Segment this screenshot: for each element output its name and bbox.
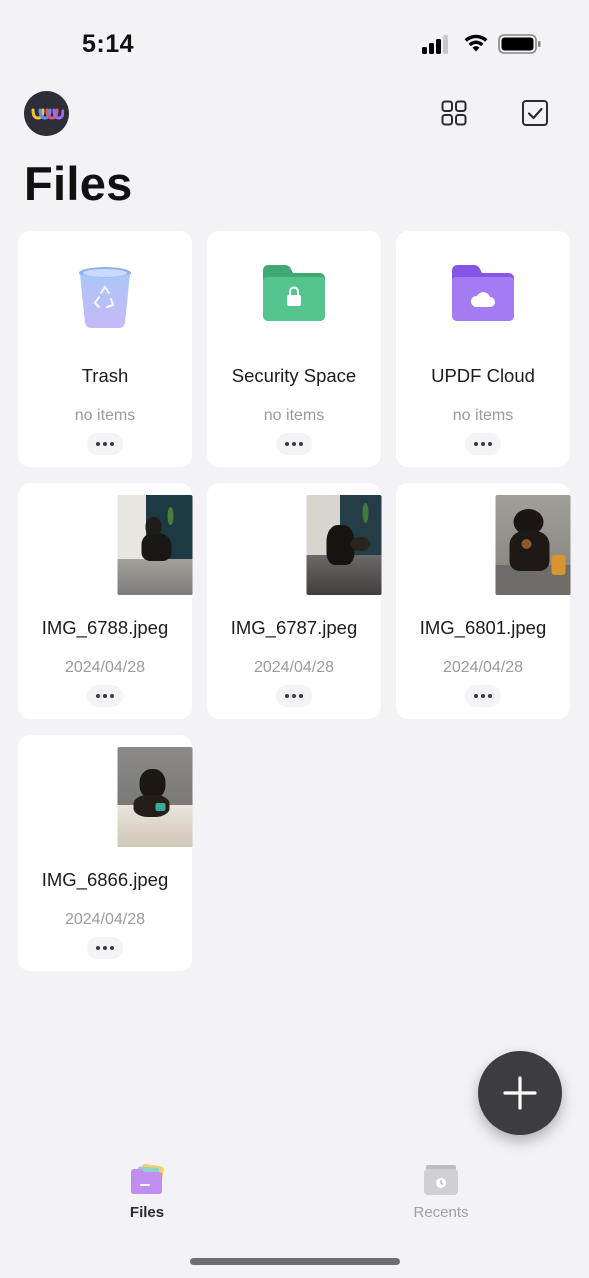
tab-files[interactable]: Files [97,1164,197,1221]
files-tab-icon [131,1164,164,1194]
wifi-icon [464,34,488,52]
folder-name: Security Space [231,365,357,386]
file-card[interactable]: IMG_6866.jpeg 2024/04/28 [18,735,192,971]
security-space-folder-card[interactable]: Security Space no items [207,231,381,467]
status-time: 5:14 [82,30,135,58]
home-indicator [190,1258,400,1265]
grid-view-button[interactable] [437,96,471,130]
locked-folder-icon [263,265,325,321]
more-options-button[interactable] [276,433,312,455]
folder-item-count: no items [452,407,514,424]
file-date: 2024/04/28 [253,659,335,676]
file-name: IMG_6788.jpeg [41,617,169,638]
file-card[interactable]: IMG_6788.jpeg 2024/04/28 [18,483,192,719]
image-thumbnail [495,495,570,595]
battery-icon [498,34,541,54]
status-bar: 5:14 [0,0,589,88]
file-name: IMG_6801.jpeg [419,617,547,638]
file-name: IMG_6787.jpeg [230,617,358,638]
trash-folder-card[interactable]: Trash no items [18,231,192,467]
file-date: 2024/04/28 [442,659,524,676]
cloud-folder-icon [452,265,514,321]
grid-view-icon [441,100,467,126]
more-options-button[interactable] [465,685,501,707]
recents-tab-icon [424,1165,458,1195]
folder-name: Trash [81,365,129,386]
page-title: Files [24,157,133,210]
updf-cloud-folder-card[interactable]: UPDF Cloud no items [396,231,570,467]
folder-item-count: no items [74,407,136,424]
image-thumbnail [117,495,192,595]
more-options-button[interactable] [465,433,501,455]
file-card[interactable]: IMG_6801.jpeg 2024/04/28 [396,483,570,719]
tab-label: Recents [413,1204,469,1221]
more-options-button[interactable] [87,937,123,959]
image-thumbnail [306,495,381,595]
file-name: IMG_6866.jpeg [41,869,169,890]
more-options-button[interactable] [87,685,123,707]
trash-bin-icon [79,267,131,328]
updf-logo-icon [31,108,64,120]
plus-icon [503,1076,537,1110]
select-mode-button[interactable] [518,96,552,130]
more-options-button[interactable] [87,433,123,455]
folder-item-count: no items [263,407,325,424]
app-logo-avatar[interactable] [24,91,69,136]
image-thumbnail [117,747,192,847]
tab-recents[interactable]: Recents [391,1164,491,1221]
cellular-signal-icon [422,34,452,54]
add-button[interactable] [478,1051,562,1135]
file-date: 2024/04/28 [64,659,146,676]
file-card[interactable]: IMG_6787.jpeg 2024/04/28 [207,483,381,719]
folder-name: UPDF Cloud [431,365,535,386]
checkbox-icon [522,100,548,126]
file-date: 2024/04/28 [64,911,146,928]
more-options-button[interactable] [276,685,312,707]
tab-label: Files [129,1204,165,1221]
